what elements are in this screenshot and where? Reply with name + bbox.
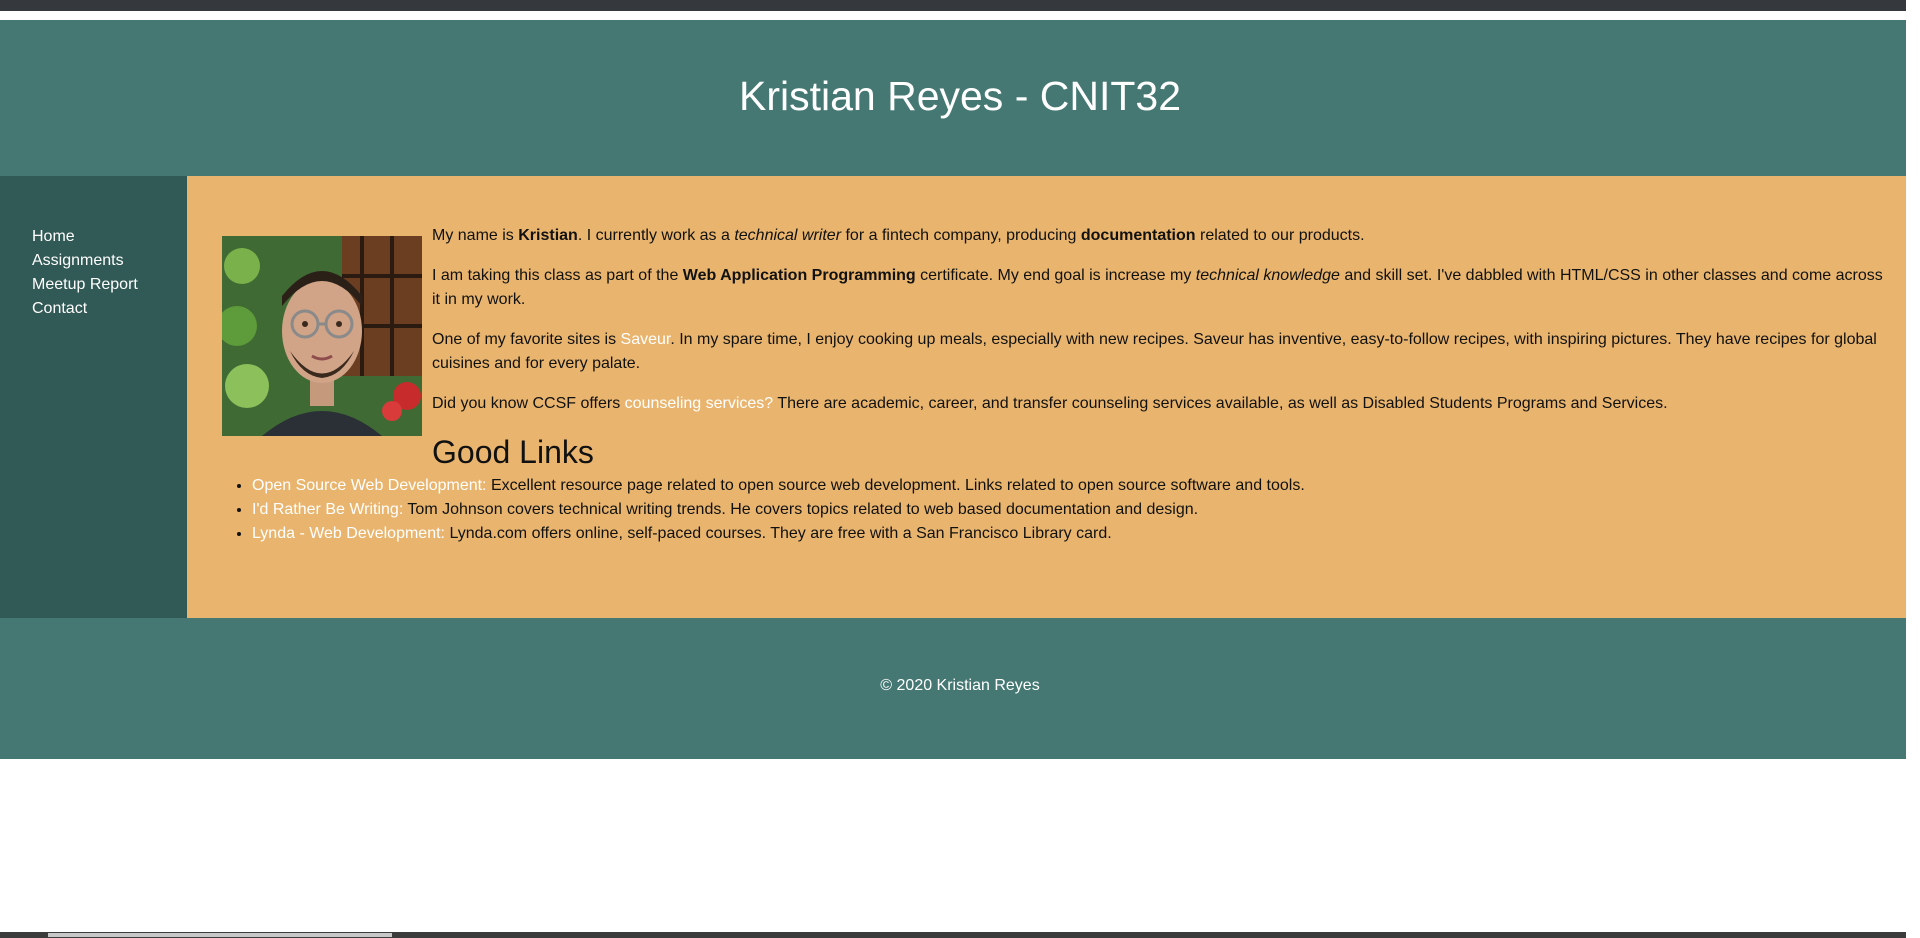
browser-top-bar [0,0,1920,11]
list-item: Lynda - Web Development: Lynda.com offer… [252,522,1890,546]
saveur-link[interactable]: Saveur [621,331,671,348]
ccsf-text-2: There are academic, career, and transfer… [773,395,1668,412]
nav-item-assignments[interactable]: Assignments [32,249,187,273]
intro-text-4: related to our products. [1195,227,1365,244]
intro-documentation: documentation [1080,227,1196,244]
intro-text-3: for a fintech company, producing [841,227,1081,244]
nav-item-contact[interactable]: Contact [32,297,187,321]
horizontal-scrollbar-thumb[interactable] [48,933,392,937]
good-links-heading: Good Links [432,434,594,470]
nav-link-contact[interactable]: Contact [32,300,87,317]
nav-list: Home Assignments Meetup Report Contact [0,225,187,321]
profile-photo [222,236,422,436]
site-header: Kristian Reyes - CNIT32 [0,20,1920,176]
rather-be-writing-link[interactable]: I'd Rather Be Writing: [252,501,403,518]
horizontal-scrollbar[interactable] [0,932,1906,938]
ccsf-text-1: Did you know CCSF offers [432,395,625,412]
open-source-link[interactable]: Open Source Web Development: [252,477,487,494]
link-description: Tom Johnson covers technical writing tre… [403,501,1199,518]
intro-paragraph: My name is Kristian. I currently work as… [432,224,1890,248]
intro-text-2: . I currently work as a [577,227,735,244]
nav-item-meetup-report[interactable]: Meetup Report [32,273,187,297]
vertical-scrollbar[interactable] [1906,0,1920,938]
page: Kristian Reyes - CNIT32 Home Assignments… [0,20,1920,759]
link-description: Lynda.com offers online, self-paced cour… [445,525,1112,542]
profile-photo-image [222,236,422,436]
sidebar-nav: Home Assignments Meetup Report Contact [0,176,187,618]
ccsf-paragraph: Did you know CCSF offers counseling serv… [432,392,1890,416]
nav-link-meetup-report[interactable]: Meetup Report [32,276,138,293]
copyright-text: © 2020 Kristian Reyes [880,676,1040,694]
main-content: My name is Kristian. I currently work as… [187,176,1920,618]
link-description: Excellent resource page related to open … [486,477,1305,494]
nav-link-assignments[interactable]: Assignments [32,252,124,269]
good-links-list: Open Source Web Development: Excellent r… [222,474,1890,546]
site-footer: © 2020 Kristian Reyes [0,618,1920,759]
favorite-site-paragraph: One of my favorite sites is Saveur. In m… [432,328,1890,376]
counseling-link[interactable]: counseling services? [625,395,774,412]
favorite-text-1: One of my favorite sites is [432,331,621,348]
list-item: Open Source Web Development: Excellent r… [252,474,1890,498]
intro-text-1: My name is [432,227,519,244]
intro-content: My name is Kristian. I currently work as… [432,224,1890,472]
nav-link-home[interactable]: Home [32,228,75,245]
intro-name: Kristian [518,227,578,244]
page-title: Kristian Reyes - CNIT32 [738,72,1181,119]
intro-job: technical writer [734,227,842,244]
class-goal: technical knowledge [1195,267,1340,284]
lynda-link[interactable]: Lynda - Web Development: [252,525,445,542]
nav-item-home[interactable]: Home [32,225,187,249]
class-text-1: I am taking this class as part of the [432,267,683,284]
content-area: Home Assignments Meetup Report Contact M… [0,176,1920,618]
class-text-2: certificate. My end goal is increase my [915,267,1196,284]
list-item: I'd Rather Be Writing: Tom Johnson cover… [252,498,1890,522]
class-certificate: Web Application Programming [682,267,916,284]
class-paragraph: I am taking this class as part of the We… [432,264,1890,312]
